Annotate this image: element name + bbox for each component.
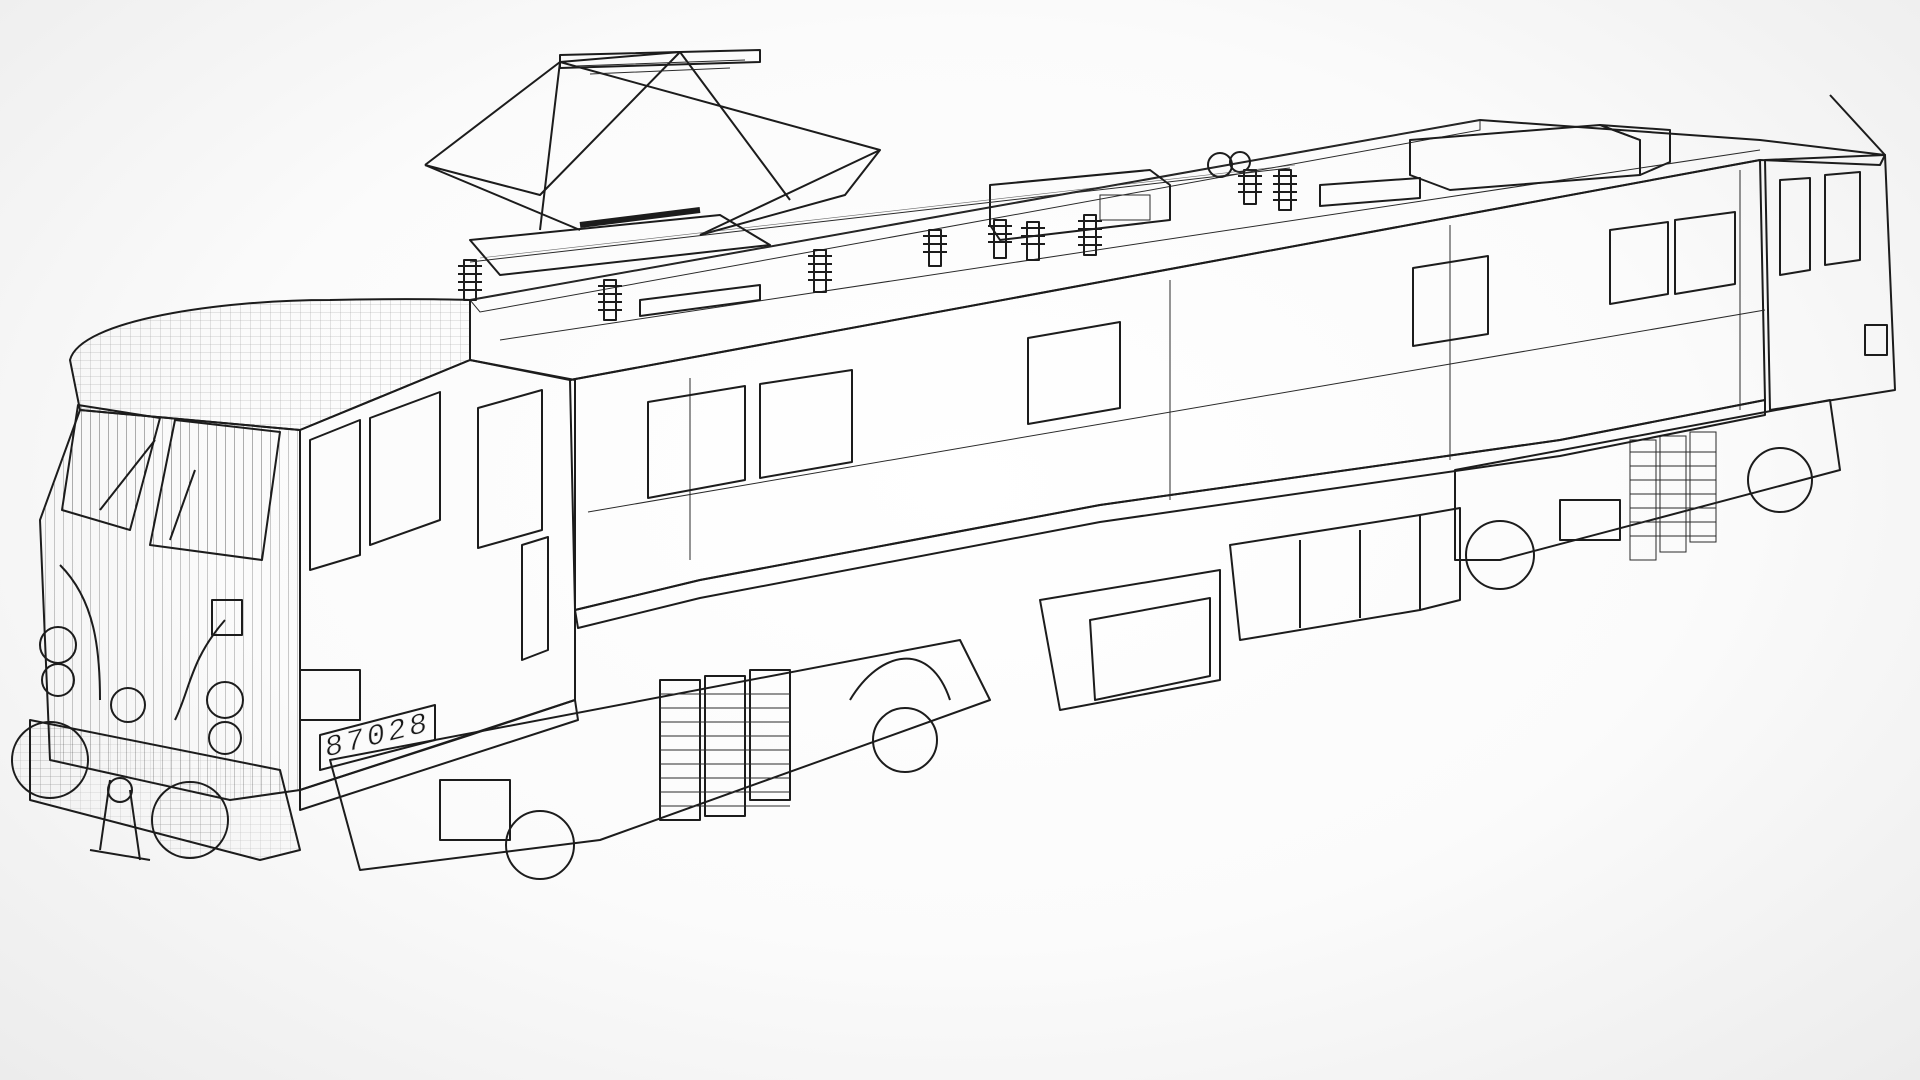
roof-insulators	[458, 151, 1297, 321]
number-plate: 87028	[319, 704, 436, 771]
number-plate-text: 87028	[325, 707, 430, 767]
render-canvas: 87028	[0, 0, 1920, 1080]
front-bogie	[329, 639, 991, 880]
roof-equipment	[639, 124, 1671, 317]
front-cab: 87028	[11, 298, 576, 861]
rear-bogie	[1454, 399, 1841, 590]
side-windows	[647, 211, 1736, 499]
roof-bus-wire	[479, 164, 1296, 259]
locomotive-body: 87028	[11, 49, 1896, 861]
locomotive-render: 87028	[11, 49, 1896, 880]
underframe-equipment	[1039, 507, 1461, 711]
rear-bogie-coil-springs	[1629, 431, 1717, 561]
